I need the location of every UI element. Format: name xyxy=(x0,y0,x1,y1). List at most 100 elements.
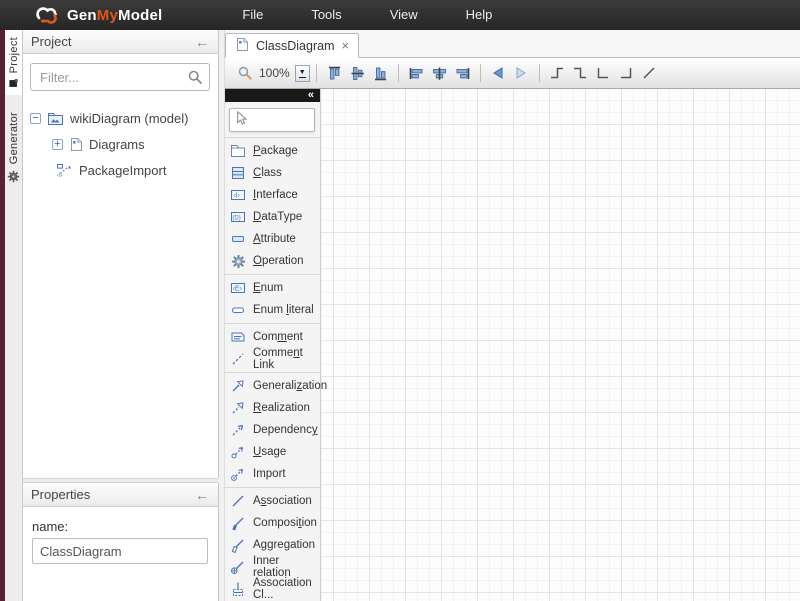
connector-corner-button[interactable] xyxy=(592,62,615,84)
palette-separator xyxy=(225,487,320,488)
book-icon xyxy=(8,78,19,89)
flip-left-button[interactable] xyxy=(487,62,510,84)
properties-panel: Properties ← name: xyxy=(22,483,219,601)
usage-icon xyxy=(230,451,246,463)
palette-item-label: Association Cl... xyxy=(253,577,320,601)
cursor-icon xyxy=(233,110,248,131)
inner-relation-icon xyxy=(230,566,246,578)
palette-item-enum[interactable]: ‹E›Enum xyxy=(225,277,320,299)
palette-item-composition[interactable]: Composition xyxy=(225,512,320,534)
connector-up-icon xyxy=(549,65,565,81)
palette-item-package[interactable]: Package xyxy=(225,140,320,162)
diagram-icon xyxy=(235,37,249,55)
toolbar-separator xyxy=(316,64,317,82)
tab-classdiagram[interactable]: ClassDiagram × xyxy=(225,33,359,58)
connector-down-button[interactable] xyxy=(569,62,592,84)
menu-bar: FileToolsViewHelp xyxy=(218,0,516,30)
palette-item-generalization[interactable]: Generalization xyxy=(225,375,320,397)
flip-right-icon xyxy=(513,65,529,81)
close-icon[interactable]: × xyxy=(342,38,350,53)
tree-item-diagrams[interactable]: + Diagrams xyxy=(30,131,218,157)
palette-separator xyxy=(225,323,320,324)
menu-file[interactable]: File xyxy=(218,0,287,30)
flip-left-icon xyxy=(490,65,506,81)
palette-item-association[interactable]: Association xyxy=(225,490,320,512)
palette-item-datatype[interactable]: (D) DataType xyxy=(225,206,320,228)
connector-up-button[interactable] xyxy=(546,62,569,84)
diagram-canvas[interactable]: « PackageClass‹I›Interface (D) DataType Att… xyxy=(225,88,800,601)
expand-icon[interactable]: + xyxy=(52,139,63,150)
palette-item-label: DataType xyxy=(253,211,302,223)
project-panel: Project ← −wikiDiagram (model)+Diagrams‹… xyxy=(22,30,219,478)
palette-item-import[interactable]: Import xyxy=(225,463,320,485)
collapse-palette-button[interactable]: « xyxy=(308,90,314,100)
palette-item-comment[interactable]: Comment xyxy=(225,326,320,348)
tree-item-label: Diagrams xyxy=(89,137,145,152)
tree-item-packageimport[interactable]: ‹I› PackageImport xyxy=(30,157,218,183)
palette-item-class[interactable]: Class xyxy=(225,162,320,184)
palette-item-aggregation[interactable]: Aggregation xyxy=(225,534,320,556)
palette-item-interface[interactable]: ‹I›Interface xyxy=(225,184,320,206)
palette-item-realization[interactable]: Realization xyxy=(225,397,320,419)
align-middle-button[interactable] xyxy=(346,62,369,84)
palette-item-enum-literal[interactable]: Enum literal xyxy=(225,299,320,321)
menu-tools[interactable]: Tools xyxy=(287,0,365,30)
palette-item-attribute[interactable]: Attribute xyxy=(225,228,320,250)
align-left-icon xyxy=(408,65,425,82)
zoom-dropdown-button[interactable]: ▼ xyxy=(295,65,310,82)
app-logo: GenMyModel xyxy=(33,5,162,25)
tree-item-label: wikiDiagram (model) xyxy=(70,111,188,126)
align-right-button[interactable] xyxy=(451,62,474,84)
align-left-button[interactable] xyxy=(405,62,428,84)
align-bottom-button[interactable] xyxy=(369,62,392,84)
datatype-icon: (D) xyxy=(230,216,246,228)
generalization-icon xyxy=(230,385,246,397)
association-icon xyxy=(230,500,246,512)
properties-panel-title: Properties xyxy=(31,487,90,502)
filter-input[interactable] xyxy=(30,63,210,91)
connector-corner-rev-button[interactable] xyxy=(615,62,638,84)
palette-item-inner-relation[interactable]: Inner relation xyxy=(225,556,320,578)
rail-tab-project[interactable]: Project xyxy=(5,30,22,95)
association-class-icon xyxy=(230,588,246,600)
menu-view[interactable]: View xyxy=(366,0,442,30)
selection-tool-button[interactable] xyxy=(229,108,315,132)
align-middle-icon xyxy=(349,65,366,82)
palette-item-usage[interactable]: Usage xyxy=(225,441,320,463)
model-icon xyxy=(47,111,64,126)
tree-item-wikidiagram-model[interactable]: − wikiDiagram (model) xyxy=(30,105,218,131)
palette-item-association-cl[interactable]: Association Cl... xyxy=(225,578,320,600)
collapse-icon[interactable]: − xyxy=(30,113,41,124)
palette-item-label: Import xyxy=(253,468,286,480)
collapse-panel-arrow-icon[interactable]: ← xyxy=(195,489,209,501)
properties-panel-header: Properties ← xyxy=(22,483,218,507)
operation-icon xyxy=(231,260,246,272)
align-center-icon xyxy=(431,65,448,82)
connector-down-icon xyxy=(572,65,588,81)
vertical-splitter[interactable] xyxy=(218,30,225,601)
palette-item-label: Aggregation xyxy=(253,539,315,551)
align-right-icon xyxy=(454,65,471,82)
palette-item-operation[interactable]: Operation xyxy=(225,250,320,272)
zoom-level-value: 100% xyxy=(259,66,290,80)
rail-tab-generator[interactable]: Generator xyxy=(5,105,22,188)
svg-text:‹I›: ‹I› xyxy=(57,173,63,178)
enum-literal-icon xyxy=(230,309,246,321)
straight-line-button[interactable] xyxy=(638,62,661,84)
filter-wrap xyxy=(30,63,210,91)
palette-item-label: Inner relation xyxy=(253,555,320,579)
palette-item-comment-link[interactable]: Comment Link xyxy=(225,348,320,370)
align-top-button[interactable] xyxy=(323,62,346,84)
align-center-button[interactable] xyxy=(428,62,451,84)
menu-help[interactable]: Help xyxy=(442,0,517,30)
palette-item-dependency[interactable]: Dependency xyxy=(225,419,320,441)
cursor-icon xyxy=(233,113,248,130)
diagram-tab-bar: ClassDiagram × xyxy=(225,30,800,58)
flip-right-button[interactable] xyxy=(510,62,533,84)
connector-corner-icon xyxy=(595,65,611,81)
tool-palette: « PackageClass‹I›Interface (D) DataType Att… xyxy=(225,88,321,601)
horizontal-splitter[interactable] xyxy=(22,478,218,483)
collapse-panel-arrow-icon[interactable]: ← xyxy=(195,36,209,48)
name-field[interactable] xyxy=(32,538,208,564)
tree-item-label: PackageImport xyxy=(79,163,166,178)
